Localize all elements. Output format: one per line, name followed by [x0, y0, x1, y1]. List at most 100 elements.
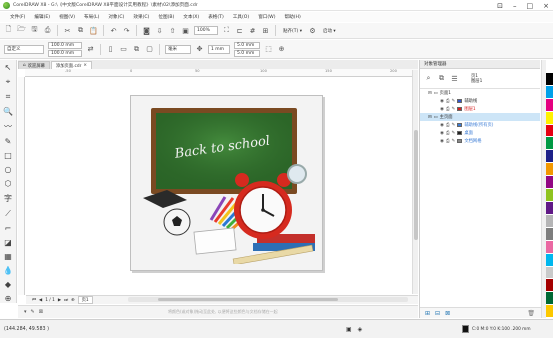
menu-help[interactable]: 帮助(H)	[285, 14, 301, 20]
printer-icon[interactable]: ⎙	[446, 122, 450, 128]
palette-color-chip[interactable]	[546, 124, 553, 138]
connector-tool-icon[interactable]: ⌐	[2, 224, 14, 233]
cut-icon[interactable]: ✂	[63, 26, 72, 35]
lock-ratio-icon[interactable]: ⇄	[86, 45, 95, 54]
smart-fill-icon[interactable]: ⊕	[2, 294, 14, 303]
duplicate-x-field[interactable]: 5.0 mm	[234, 41, 260, 49]
polygon-tool-icon[interactable]: ⬡	[2, 179, 14, 188]
portrait-icon[interactable]: ▯	[106, 45, 115, 54]
artistic-media-icon[interactable]: ✎	[2, 137, 14, 146]
lock-icon[interactable]: ✎	[452, 107, 456, 112]
layer-color-swatch[interactable]	[457, 131, 463, 135]
palette-color-chip[interactable]	[546, 85, 553, 99]
palette-pen-icon[interactable]: ✎	[31, 309, 35, 315]
layer-color-swatch[interactable]	[457, 107, 463, 111]
pick-tool-icon[interactable]: ↖	[2, 63, 14, 72]
vertical-scrollbar[interactable]	[412, 70, 418, 294]
palette-color-chip[interactable]	[546, 201, 553, 215]
outline-indicator-icon[interactable]: ◈	[358, 326, 363, 333]
tree-page-row[interactable]: ⊟ ▭ 主页面	[420, 113, 540, 121]
new-master-layer-all-icon[interactable]: ⊠	[445, 310, 450, 317]
full-screen-icon[interactable]: ⛶	[222, 26, 231, 35]
drop-shadow-icon[interactable]: ◪	[2, 238, 14, 247]
close-button[interactable]: ×	[543, 2, 549, 10]
maximize-button[interactable]: □	[527, 2, 534, 10]
palette-color-chip[interactable]	[546, 189, 553, 202]
menu-effects[interactable]: 效果(C)	[133, 14, 149, 20]
rectangle-tool-icon[interactable]: □	[2, 151, 14, 160]
menu-window[interactable]: 窗口(W)	[258, 14, 275, 20]
current-page-icon[interactable]: ▢	[145, 45, 154, 54]
layer-color-swatch[interactable]	[457, 99, 463, 103]
page-tab[interactable]: 页1	[77, 296, 93, 304]
palette-color-chip[interactable]	[546, 72, 553, 86]
page-size-select[interactable]: 自定义	[4, 44, 44, 54]
palette-color-chip[interactable]	[546, 279, 553, 293]
palette-color-chip[interactable]	[546, 266, 553, 280]
vertical-ruler[interactable]	[18, 77, 25, 295]
add-page-icon[interactable]: ⊕	[71, 298, 75, 303]
palette-color-chip[interactable]	[546, 176, 553, 190]
page-height-field[interactable]: 100.0 mm	[48, 49, 82, 57]
parallel-dimension-icon[interactable]: ⟋	[2, 209, 14, 219]
menu-table[interactable]: 表格(T)	[208, 14, 224, 20]
eyedropper-icon[interactable]: 💧	[2, 266, 14, 275]
horizontal-scrollbar[interactable]	[128, 297, 408, 302]
printer-icon[interactable]: ⎙	[446, 130, 450, 136]
copy-icon[interactable]: ⧉	[76, 26, 85, 35]
lock-icon[interactable]: ✎	[452, 123, 456, 128]
zoom-tool-icon[interactable]: 🔍	[2, 107, 14, 116]
document-page[interactable]: Back to school	[130, 95, 323, 271]
ellipse-tool-icon[interactable]: ○	[2, 165, 14, 174]
printer-icon[interactable]: ⎙	[446, 98, 450, 104]
crop-tool-icon[interactable]: ⌗	[2, 92, 14, 102]
freehand-tool-icon[interactable]: 〰	[2, 121, 14, 132]
tree-layer-row[interactable]: ◉ ⎙ ✎ 辅助线(所有页)	[420, 121, 540, 129]
palette-color-chip[interactable]	[546, 253, 553, 267]
expand-toggle-icon[interactable]: ⊟	[428, 115, 432, 120]
menu-file[interactable]: 文件(F)	[10, 14, 25, 20]
page-width-field[interactable]: 100.0 mm	[48, 41, 82, 49]
redo-icon[interactable]: ↷	[122, 26, 131, 35]
edit-across-layers-icon[interactable]: ☰	[450, 74, 459, 83]
printer-icon[interactable]: ⎙	[446, 106, 450, 112]
menu-bitmaps[interactable]: 位图(B)	[158, 14, 174, 20]
tree-layer-row[interactable]: ◉ ⎙ ✎ 图层1	[420, 105, 540, 113]
palette-color-chip[interactable]	[546, 240, 553, 254]
export-icon[interactable]: ⇧	[168, 26, 177, 35]
next-page-icon[interactable]: ▶	[58, 298, 61, 303]
tab-document[interactable]: 添加页面.cdr ×	[50, 61, 92, 69]
palette-color-chip[interactable]	[546, 214, 553, 228]
menu-edit[interactable]: 编辑(E)	[34, 14, 50, 20]
text-tool-icon[interactable]: 字	[2, 193, 14, 204]
delete-icon[interactable]: 🗑	[527, 310, 535, 317]
back-to-school-artwork[interactable]: Back to school	[137, 102, 318, 264]
launch-menu[interactable]: 启动 ▾	[321, 26, 338, 35]
zoom-level-select[interactable]: 100%	[194, 26, 218, 35]
duplicate-y-field[interactable]: 5.0 mm	[234, 49, 260, 57]
all-pages-icon[interactable]: ⧉	[132, 45, 141, 54]
layer-color-swatch[interactable]	[457, 123, 463, 127]
eye-icon[interactable]: ◉	[440, 123, 444, 128]
tree-layer-row[interactable]: ◉ ⎙ ✎ 辅助线	[420, 97, 540, 105]
no-color-icon[interactable]: ⊠	[39, 309, 43, 315]
scroll-thumb[interactable]	[158, 298, 338, 301]
minimize-button[interactable]: –	[513, 2, 517, 10]
menu-tools[interactable]: 工具(O)	[233, 14, 249, 20]
palette-color-chip[interactable]	[546, 292, 553, 306]
tree-layer-row[interactable]: ◉ ⎙ ✎ 文档网格	[420, 137, 540, 145]
layer-manager-icon[interactable]: ⧉	[437, 74, 446, 83]
new-master-layer-icon[interactable]: ⊟	[435, 310, 440, 317]
transparency-icon[interactable]: ▦	[2, 252, 14, 261]
menu-view[interactable]: 视图(V)	[59, 14, 75, 20]
palette-color-chip[interactable]	[546, 111, 553, 125]
page-frame-icon[interactable]: ⬚	[264, 45, 273, 54]
palette-color-chip[interactable]	[546, 60, 553, 73]
lock-icon[interactable]: ✎	[452, 131, 456, 136]
add-frame-icon[interactable]: ⊕	[277, 45, 286, 54]
print-icon[interactable]: ⎙	[43, 26, 52, 35]
new-document-icon[interactable]: 🗋	[4, 25, 13, 35]
undo-icon[interactable]: ↶	[109, 26, 118, 35]
tree-page-row[interactable]: ⊟ ▭ 页面1	[420, 89, 540, 97]
scroll-thumb[interactable]	[414, 130, 418, 240]
